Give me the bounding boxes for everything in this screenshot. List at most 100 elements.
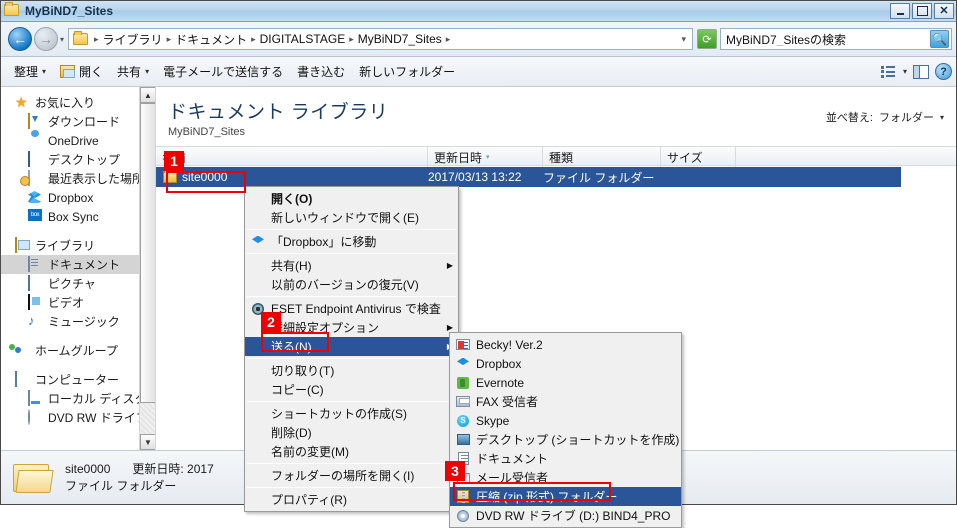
column-header-name[interactable]: 名前 <box>156 147 428 167</box>
column-header-type[interactable]: 種類 <box>543 147 661 167</box>
menu-item-copy[interactable]: コピー(C) <box>245 380 458 399</box>
sidebar-item-videos[interactable]: ビデオ <box>1 293 155 312</box>
sidebar-group-computer[interactable]: コンピューター <box>1 370 155 389</box>
dropbox-icon <box>454 356 472 372</box>
menu-item-delete[interactable]: 削除(D) <box>245 423 458 442</box>
close-button[interactable]: ✕ <box>934 3 954 19</box>
sidebar-item-local-disk[interactable]: ローカル ディスク ( <box>1 389 155 408</box>
table-row[interactable]: site0000 2017/03/13 13:22 ファイル フォルダー <box>156 167 901 187</box>
search-box[interactable]: 🔍 <box>720 28 952 50</box>
menu-item-label: Evernote <box>476 375 525 390</box>
breadcrumb-folder-icon <box>73 31 89 45</box>
menu-icon-placeholder <box>249 210 267 226</box>
column-header-size[interactable]: サイズ <box>661 147 736 167</box>
refresh-button[interactable]: ⟳ <box>697 29 717 49</box>
fax-icon <box>454 394 472 410</box>
change-view-icon[interactable] <box>880 65 897 79</box>
library-icon <box>15 237 31 253</box>
send-to-item-evernote[interactable]: Evernote <box>450 373 681 392</box>
menu-item-label: ESET Endpoint Antivirus で検査 <box>271 302 441 316</box>
column-header-date[interactable]: 更新日時 ▾ <box>428 147 543 167</box>
open-button[interactable]: 開く <box>53 60 110 83</box>
breadcrumb-end-caret-icon[interactable]: ▾ <box>681 34 686 45</box>
context-menu: 開く(O) 新しいウィンドウで開く(E) 「Dropbox」に移動 共有(H) … <box>244 186 459 512</box>
sidebar-item-label: Box Sync <box>48 209 99 224</box>
scroll-up-arrow-icon[interactable]: ▲ <box>140 87 155 103</box>
sidebar-item-pictures[interactable]: ピクチャ <box>1 274 155 293</box>
sort-by-control[interactable]: 並べ替え: フォルダー ▾ <box>826 109 944 125</box>
help-icon[interactable]: ? <box>935 63 952 80</box>
view-chevron-down-icon[interactable]: ▾ <box>903 67 907 76</box>
breadcrumb-item-3[interactable]: MyBiND7_Sites <box>357 32 443 46</box>
breadcrumb-separator[interactable]: ▸ <box>446 34 451 45</box>
sidebar-item-downloads[interactable]: ダウンロード <box>1 112 155 131</box>
menu-item-restore-previous-versions[interactable]: 以前のバージョンの復元(V) <box>245 275 458 294</box>
sidebar-item-dvd-drive[interactable]: DVD RW ドライブ <box>1 408 155 427</box>
breadcrumb-separator[interactable]: ▸ <box>94 34 99 45</box>
sidebar-item-desktop[interactable]: デスクトップ <box>1 150 155 169</box>
search-input[interactable] <box>726 32 930 46</box>
sidebar-item-label: ビデオ <box>48 296 85 310</box>
breadcrumb-item-2[interactable]: DIGITALSTAGE <box>259 32 347 46</box>
send-to-item-mail-recipient[interactable]: メール受信者 <box>450 468 681 487</box>
send-to-item-fax[interactable]: FAX 受信者 <box>450 392 681 411</box>
maximize-button[interactable] <box>912 3 932 19</box>
menu-item-cut[interactable]: 切り取り(T) <box>245 361 458 380</box>
breadcrumb-item-1[interactable]: ドキュメント <box>174 31 248 48</box>
email-button[interactable]: 電子メールで送信する <box>156 60 290 83</box>
sort-chevron-down-icon[interactable]: ▾ <box>940 113 944 122</box>
back-button[interactable]: ← <box>8 27 32 51</box>
scroll-down-arrow-icon[interactable]: ▼ <box>140 434 155 450</box>
navigation-scrollbar[interactable]: ▲ ▼ <box>139 87 155 450</box>
sidebar-item-box-sync[interactable]: box Box Sync <box>1 207 155 226</box>
breadcrumb-separator[interactable]: ▸ <box>167 34 172 45</box>
burn-button[interactable]: 書き込む <box>290 60 352 83</box>
submenu-arrow-icon: ▶ <box>446 323 453 332</box>
menu-item-label: 「Dropbox」に移動 <box>271 235 377 249</box>
menu-item-open-folder-location[interactable]: フォルダーの場所を開く(I) <box>245 466 458 485</box>
organize-button[interactable]: 整理 ▾ <box>7 60 53 83</box>
file-name-cell[interactable]: site0000 <box>156 169 428 184</box>
menu-item-open[interactable]: 開く(O) <box>245 189 458 208</box>
send-to-item-desktop[interactable]: デスクトップ (ショートカットを作成) <box>450 430 681 449</box>
breadcrumb-item-0[interactable]: ライブラリ <box>102 31 164 48</box>
context-menu-send-to[interactable]: 送る(N) ▶ <box>245 337 458 356</box>
breadcrumb[interactable]: ▸ ライブラリ ▸ ドキュメント ▸ DIGITALSTAGE ▸ MyBiND… <box>68 28 693 50</box>
sidebar-group-libraries[interactable]: ライブラリ <box>1 236 155 255</box>
sidebar-item-recent-places[interactable]: 最近表示した場所 <box>1 169 155 188</box>
send-to-item-skype[interactable]: S Skype <box>450 411 681 430</box>
recent-pages-dropdown-icon[interactable]: ▾ <box>60 35 64 44</box>
send-to-item-documents[interactable]: ドキュメント <box>450 449 681 468</box>
share-button[interactable]: 共有 ▾ <box>110 60 156 83</box>
sidebar-item-onedrive[interactable]: OneDrive <box>1 131 155 150</box>
scrollbar-thumb[interactable] <box>140 103 155 403</box>
sort-by-value[interactable]: フォルダー <box>879 109 934 125</box>
send-to-item-dvd-drive[interactable]: DVD RW ドライブ (D:) BIND4_PRO <box>450 506 681 525</box>
sidebar-group-homegroup[interactable]: ホームグループ <box>1 341 155 360</box>
send-to-item-dropbox[interactable]: Dropbox <box>450 354 681 373</box>
search-icon[interactable]: 🔍 <box>930 30 949 48</box>
menu-icon-placeholder <box>249 191 267 207</box>
menu-item-properties[interactable]: プロパティ(R) <box>245 490 458 509</box>
sidebar-item-dropbox[interactable]: Dropbox <box>1 188 155 207</box>
menu-item-create-shortcut[interactable]: ショートカットの作成(S) <box>245 404 458 423</box>
forward-button[interactable]: → <box>34 27 58 51</box>
menu-item-label: プロパティ(R) <box>271 493 347 507</box>
sidebar-item-documents[interactable]: ドキュメント <box>1 255 155 274</box>
send-to-item-becky[interactable]: Becky! Ver.2 <box>450 335 681 354</box>
status-details: site0000 更新日時: 2017 ファイル フォルダー <box>65 461 214 495</box>
new-folder-button[interactable]: 新しいフォルダー <box>352 60 462 83</box>
send-to-zip-folder[interactable]: 圧縮 (zip 形式) フォルダー <box>450 487 681 506</box>
preview-pane-icon[interactable] <box>913 64 929 79</box>
sidebar-group-favorites[interactable]: ★ お気に入り <box>1 93 155 112</box>
documents-icon <box>28 256 44 272</box>
menu-item-share[interactable]: 共有(H) ▶ <box>245 256 458 275</box>
sidebar-item-music[interactable]: ♪ ミュージック <box>1 312 155 331</box>
minimize-button[interactable] <box>890 3 910 19</box>
menu-icon-placeholder <box>249 492 267 508</box>
breadcrumb-separator[interactable]: ▸ <box>349 34 354 45</box>
menu-item-move-to-dropbox[interactable]: 「Dropbox」に移動 <box>245 232 458 251</box>
menu-item-open-new-window[interactable]: 新しいウィンドウで開く(E) <box>245 208 458 227</box>
breadcrumb-separator[interactable]: ▸ <box>251 34 256 45</box>
menu-item-rename[interactable]: 名前の変更(M) <box>245 442 458 461</box>
